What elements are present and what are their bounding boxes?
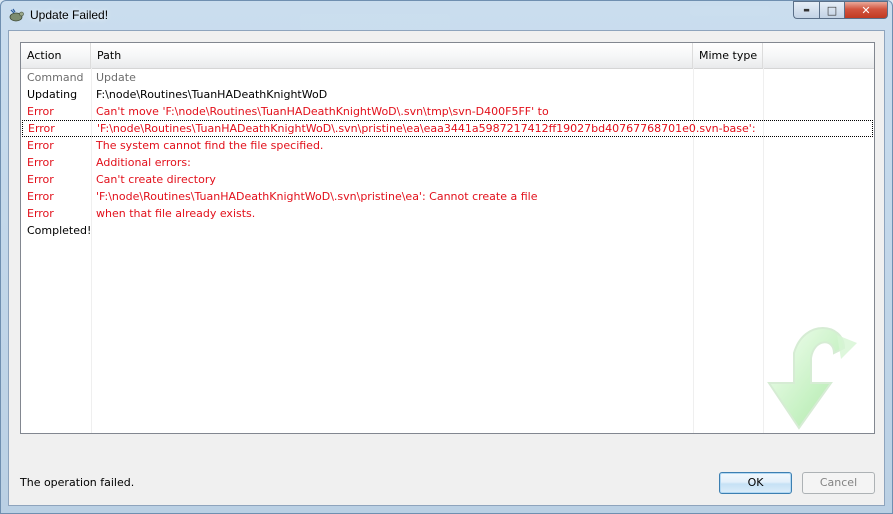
table-row[interactable]: Completed! bbox=[21, 222, 874, 239]
table-row[interactable]: Error when that file already exists. bbox=[21, 205, 874, 222]
row-action: Error bbox=[27, 139, 54, 152]
row-path: Can't move 'F:\node\Routines\TuanHADeath… bbox=[96, 105, 549, 118]
row-path: 'F:\node\Routines\TuanHADeathKnightWoD\.… bbox=[97, 122, 756, 135]
status-text: The operation failed. bbox=[20, 476, 135, 489]
window-title: Update Failed! bbox=[30, 8, 109, 22]
table-row[interactable]: Error Additional errors: bbox=[21, 154, 874, 171]
title-bar[interactable]: Update Failed! ▬ □ ✕ bbox=[1, 1, 892, 29]
column-header-mime[interactable]: Mime type bbox=[693, 43, 763, 68]
dialog-client: Action Path Mime type Command Update Updat… bbox=[8, 30, 885, 506]
row-path: when that file already exists. bbox=[96, 207, 256, 220]
row-path: 'F:\node\Routines\TuanHADeathKnightWoD\.… bbox=[96, 190, 538, 203]
close-icon: ✕ bbox=[861, 3, 871, 17]
ok-button[interactable]: OK bbox=[719, 472, 792, 494]
close-button[interactable]: ✕ bbox=[844, 1, 888, 19]
tortoise-icon bbox=[9, 8, 24, 22]
row-action: Error bbox=[27, 190, 54, 203]
row-action: Error bbox=[28, 122, 55, 135]
column-header-path[interactable]: Path bbox=[91, 43, 693, 68]
caption-buttons: ▬ □ ✕ bbox=[793, 1, 888, 20]
row-action: Error bbox=[27, 105, 54, 118]
table-row[interactable]: Command Update bbox=[21, 69, 874, 86]
row-action: Command bbox=[27, 71, 84, 84]
table-row[interactable]: Error Can't create directory bbox=[21, 171, 874, 188]
table-row[interactable]: Error 'F:\node\Routines\TuanHADeathKnigh… bbox=[21, 188, 874, 205]
log-rows: Command Update Updating F:\node\Routines\Tu… bbox=[21, 69, 874, 239]
column-header-action[interactable]: Action bbox=[21, 43, 91, 68]
table-row[interactable]: Updating F:\node\Routines\TuanHADeathKnig… bbox=[21, 86, 874, 103]
row-path: The system cannot find the file specifie… bbox=[96, 139, 324, 152]
maximize-icon: □ bbox=[826, 3, 838, 17]
maximize-button[interactable]: □ bbox=[819, 1, 844, 19]
update-failed-window: Update Failed! ▬ □ ✕ Action Path Mime ty… bbox=[0, 0, 893, 514]
row-path: Can't create directory bbox=[96, 173, 216, 186]
row-path: Additional errors: bbox=[96, 156, 191, 169]
cancel-button[interactable]: Cancel bbox=[802, 472, 875, 494]
row-path: Update bbox=[96, 71, 136, 84]
list-header: Action Path Mime type bbox=[21, 43, 874, 69]
table-row[interactable]: Error Can't move 'F:\node\Routines\TuanHA… bbox=[21, 103, 874, 120]
row-action: Error bbox=[27, 207, 54, 220]
log-list[interactable]: Action Path Mime type Command Update Updat… bbox=[20, 42, 875, 434]
row-action: Error bbox=[27, 156, 54, 169]
row-action: Completed! bbox=[27, 224, 92, 237]
update-arrow-icon bbox=[767, 327, 857, 430]
minimize-icon: ▬ bbox=[803, 6, 810, 14]
minimize-button[interactable]: ▬ bbox=[793, 1, 819, 19]
table-row[interactable]: Error 'F:\node\Routines\TuanHADeathKnigh… bbox=[22, 120, 873, 137]
row-path: F:\node\Routines\TuanHADeathKnightWoD bbox=[96, 88, 328, 101]
row-action: Error bbox=[27, 173, 54, 186]
table-row[interactable]: Error The system cannot find the file sp… bbox=[21, 137, 874, 154]
row-action: Updating bbox=[27, 88, 78, 101]
column-header-filler bbox=[763, 43, 874, 68]
